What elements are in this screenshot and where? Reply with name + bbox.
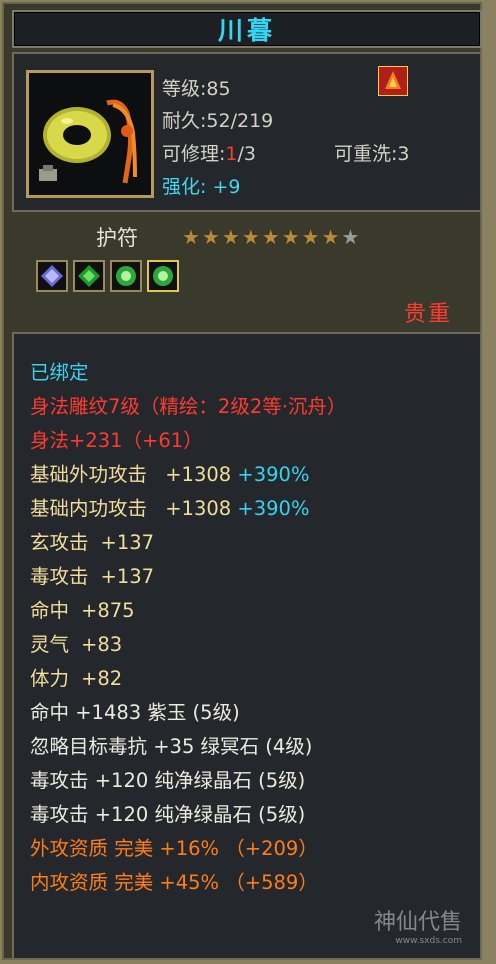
item-icon[interactable] [26,70,154,198]
ext-quality-line: 外攻资质 完美 +16% （+209） [30,837,318,860]
repair-label: 可修理: [162,143,226,165]
star-icon: ★ [182,225,200,249]
spirit-label: 灵气 [30,633,70,656]
jade-amulet-icon [29,73,151,195]
star-icon: ★ [321,225,340,249]
hit-line: 命中 +875 [30,594,135,623]
gem-hit-line: 命中 +1483 紫玉 (5级) [30,701,240,724]
gem-resist-line: 忽略目标毒抗 +35 绿冥石 (4级) [30,735,313,758]
item-name: 川暮 [217,16,276,45]
mystic-value: +137 [100,531,155,554]
star-icon: ★ [221,225,240,249]
star-icon: ★ [341,225,360,249]
poison-value: +137 [100,565,155,588]
bound-status: 已绑定 [30,361,89,384]
spirit-line: 灵气 +83 [30,628,122,657]
hit-value: +875 [81,599,135,622]
amulet-section: 护符 ★ ★ ★ ★ ★ ★ ★ ★ ★ 贵重 [12,216,482,327]
attribute-panel: 已绑定 身法雕纹7级（精绘：2级2等·沉舟） 身法+231（+61） 基础外功攻… [12,332,482,960]
ext-attack-value: +1308 [165,463,232,486]
star-icon: ★ [301,225,320,249]
title-bar: 川暮 [12,10,482,48]
poison-label: 毒攻击 [30,565,89,588]
item-info-panel: 等级:85 耐久:52/219 可修理:1/3 可重洗:3 强化: +9 [12,52,482,212]
precious-tag: 贵重 [404,302,453,327]
gem-poison-line-1: 毒攻击 +120 纯净绿晶石 (5级) [30,769,306,792]
watermark-brand: 神仙代售 [373,910,462,935]
gem-slots [36,260,179,292]
enhance-text: 强化: +9 [162,176,241,198]
watermark-url: www.sxds.com [395,936,462,946]
stamina-label: 体力 [30,667,70,690]
ext-attack-pct: +390% [237,463,310,486]
poison-attack-line: 毒攻击 +137 [30,560,154,589]
gem-slot-blue-diamond-icon[interactable] [36,260,68,292]
item-tooltip: 川暮 等级:85 耐久:52/219 可修理:1/3 可重洗:3 强化: +9 … [2,2,482,960]
repair-current: 1 [225,143,238,165]
hit-label: 命中 [30,599,70,622]
stamina-value: +82 [81,667,123,690]
int-attack-value: +1308 [165,497,232,520]
stamina-line: 体力 +82 [30,662,122,691]
int-quality-line: 内攻资质 完美 +45% （+589） [30,871,318,894]
star-icon: ★ [281,225,300,249]
star-rating: ★ ★ ★ ★ ★ ★ ★ ★ ★ [182,226,359,248]
int-attack-pct: +390% [237,497,310,520]
mystic-attack-line: 玄攻击 +137 [30,526,154,555]
star-icon: ★ [201,225,220,249]
star-icon: ★ [241,225,260,249]
gem-slot-green-gem-icon[interactable] [73,260,105,292]
gem-slot-green-orb-icon[interactable] [110,260,142,292]
repair-text: 可修理:1/3 [162,139,256,166]
repair-total: /3 [237,143,257,165]
rewash-text: 可重洗:3 [334,143,410,165]
carve-line: 身法雕纹7级（精绘：2级2等·沉舟） [30,395,347,418]
durability-text: 耐久:52/219 [162,110,274,132]
amulet-label: 护符 [96,226,138,250]
ext-attack-label: 基础外功攻击 [30,463,148,486]
agility-line: 身法+231（+61） [30,429,203,452]
red-rank-badge-icon [378,66,408,96]
int-attack-line: 基础内功攻击 +1308 +390% [30,492,309,521]
gem-poison-line-2: 毒攻击 +120 纯净绿晶石 (5级) [30,803,306,826]
gem-slot-green-orb-icon[interactable] [147,260,179,292]
star-icon: ★ [261,225,280,249]
int-attack-label: 基础内功攻击 [30,497,148,520]
ext-attack-line: 基础外功攻击 +1308 +390% [30,458,309,487]
level-text: 等级:85 [162,78,231,100]
mystic-label: 玄攻击 [30,531,89,554]
watermark-logo: 神仙代售 www.sxds.com [374,904,462,946]
spirit-value: +83 [81,633,123,656]
